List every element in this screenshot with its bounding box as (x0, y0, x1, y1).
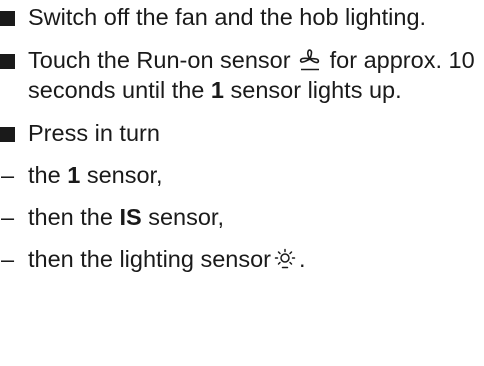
step-text: sensor, (86, 162, 163, 188)
instruction-text: Switch off the fan and the hob lighting. (28, 4, 427, 30)
sensor-label-is: IS (119, 204, 142, 230)
list-item-run-on: Touch the Run-on sensor for approx. 10 s… (0, 45, 484, 105)
instruction-text: sensor lights up. (230, 77, 402, 103)
list-item-press-in-turn: Press in turn (0, 118, 484, 148)
dash-marker: – (1, 162, 15, 188)
instruction-text: Touch the Run-on sensor (28, 47, 291, 73)
step-text: the (28, 162, 61, 188)
sub-step-1: – the 1 sensor, (0, 160, 484, 190)
sub-step-3: – then the lighting sensor . (0, 244, 484, 274)
list-item-switch-off: Switch off the fan and the hob lighting. (0, 2, 484, 32)
dash-marker: – (1, 204, 15, 230)
sensor-label-1: 1 (67, 162, 81, 188)
instruction-list: Switch off the fan and the hob lighting.… (0, 2, 484, 286)
step-text: then the (28, 204, 113, 230)
fan-run-on-icon (299, 49, 320, 71)
step-text: then the lighting sensor (28, 246, 271, 272)
dash-marker: – (1, 246, 15, 272)
step-text: sensor, (148, 204, 224, 230)
sub-step-2: – then the IS sensor, (0, 202, 484, 232)
instruction-text: Press in turn (28, 120, 160, 146)
square-bullet-icon (0, 127, 15, 142)
step-text: . (299, 246, 306, 272)
sensor-label-1: 1 (210, 77, 224, 103)
square-bullet-icon (0, 11, 15, 26)
lighting-sun-icon (274, 248, 296, 269)
square-bullet-icon (0, 54, 15, 69)
